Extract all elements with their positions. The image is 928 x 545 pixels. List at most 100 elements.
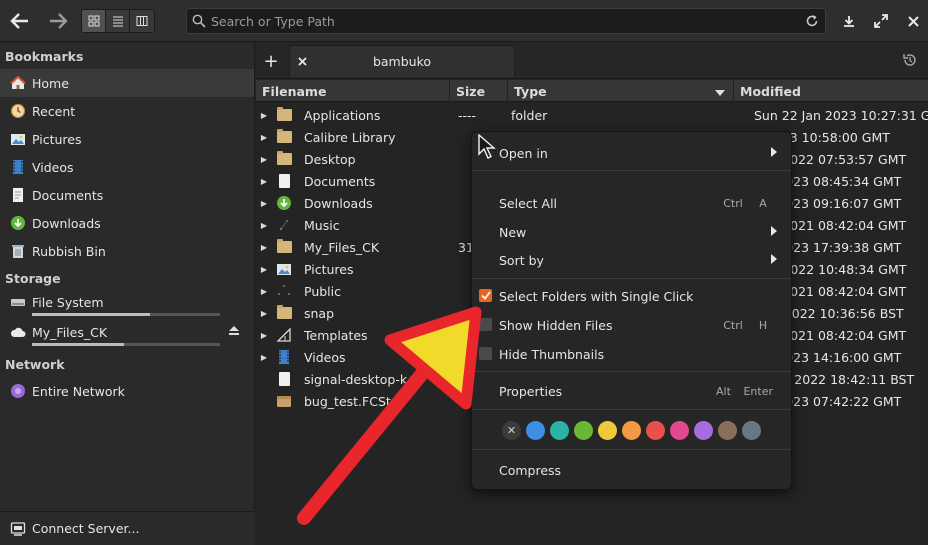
sidebar-item-documents[interactable]: Documents: [0, 181, 254, 209]
menu-item-select-all[interactable]: Select All Ctrl A: [472, 191, 791, 215]
menu-item-show-hidden[interactable]: Show Hidden Files Ctrl H: [472, 313, 791, 337]
folder-icon: [276, 151, 292, 167]
expander-icon[interactable]: ▶: [256, 221, 272, 230]
checkbox-unchecked[interactable]: [479, 347, 492, 360]
menu-item-properties[interactable]: Properties Alt Enter: [472, 379, 791, 403]
file-name: Documents: [304, 173, 376, 189]
sidebar-item-rubbish-bin[interactable]: Rubbish Bin: [0, 237, 254, 265]
back-button[interactable]: [6, 9, 34, 33]
sidebar: Bookmarks Home Recent Pictures Videos Do…: [0, 43, 255, 545]
recent-icon: [10, 103, 26, 119]
menu-item-sort-by[interactable]: Sort by: [472, 248, 791, 272]
history-icon[interactable]: [902, 52, 918, 71]
menu-item-open-in[interactable]: Open in: [472, 141, 791, 165]
color-swatch[interactable]: [694, 421, 713, 440]
usage-bar: [32, 343, 220, 346]
column-view-icon: [136, 16, 148, 26]
connect-server-button[interactable]: Connect Server...: [0, 511, 255, 545]
clear-color-button[interactable]: ✕: [502, 421, 521, 440]
color-swatch[interactable]: [574, 421, 593, 440]
path-bar: [186, 8, 826, 34]
expander-icon[interactable]: ▶: [256, 331, 272, 340]
music-icon: [276, 217, 292, 233]
tab-bambuko[interactable]: bambuko: [289, 45, 515, 77]
expander-icon[interactable]: ▶: [256, 265, 272, 274]
list-view-icon: [112, 16, 123, 27]
reload-button[interactable]: [799, 14, 825, 28]
headerbar: [0, 0, 928, 42]
file-modified: Sun 22 Jan 2023 10:27:31 GMT: [754, 107, 928, 123]
column-type[interactable]: Type: [508, 80, 734, 102]
menu-item-label: Sort by: [499, 252, 544, 268]
expander-icon[interactable]: ▶: [256, 309, 272, 318]
eject-icon[interactable]: [228, 324, 240, 339]
search-input[interactable]: [211, 13, 799, 29]
column-filename[interactable]: Filename: [256, 80, 450, 102]
maximize-button[interactable]: [870, 9, 892, 33]
expander-icon[interactable]: ▶: [256, 155, 272, 164]
menu-item-hide-thumbnails[interactable]: Hide Thumbnails: [472, 342, 791, 366]
expander-icon[interactable]: ▶: [256, 133, 272, 142]
list-view-button[interactable]: [106, 10, 130, 32]
file-name: bug_test.FCStd: [304, 393, 399, 409]
menu-item-single-click[interactable]: Select Folders with Single Click: [472, 284, 791, 308]
expander-icon[interactable]: ▶: [256, 177, 272, 186]
public-icon: [276, 283, 292, 299]
sidebar-item-my-files-ck[interactable]: My_Files_CK: [0, 321, 254, 351]
back-arrow-icon: [10, 13, 28, 29]
forward-button[interactable]: [44, 9, 72, 33]
file-name: snap: [304, 305, 335, 321]
usage-bar-fill: [32, 343, 125, 346]
sidebar-item-home[interactable]: Home: [0, 69, 254, 97]
expander-icon[interactable]: ▶: [256, 111, 272, 120]
doc-icon: [276, 371, 292, 387]
color-swatch[interactable]: [526, 421, 545, 440]
sidebar-item-file-system[interactable]: File System: [0, 291, 254, 321]
color-swatch[interactable]: [622, 421, 641, 440]
drive-icon: [10, 294, 26, 310]
download-button[interactable]: [838, 9, 860, 33]
bookmarks-heading: Bookmarks: [5, 48, 84, 64]
column-view-button[interactable]: [130, 10, 154, 32]
sidebar-item-videos[interactable]: Videos: [0, 153, 254, 181]
usage-bar: [32, 313, 220, 316]
expander-icon[interactable]: ▶: [256, 353, 272, 362]
checkbox-checked[interactable]: [479, 289, 492, 302]
column-size[interactable]: Size: [450, 80, 508, 102]
expander-icon[interactable]: ▶: [256, 287, 272, 296]
close-window-button[interactable]: [902, 9, 924, 33]
column-label: Filename: [262, 83, 327, 99]
sidebar-item-recent[interactable]: Recent: [0, 97, 254, 125]
menu-item-compress[interactable]: Compress: [472, 458, 791, 482]
cloud-icon: [10, 324, 26, 340]
shortcut-key: Enter: [743, 384, 773, 398]
new-tab-button[interactable]: +: [260, 51, 282, 72]
videos-icon: [276, 349, 292, 365]
color-swatch[interactable]: [718, 421, 737, 440]
download-icon: [844, 16, 854, 27]
checkbox-unchecked[interactable]: [479, 318, 492, 331]
file-name: Downloads: [304, 195, 373, 211]
color-swatch[interactable]: [550, 421, 569, 440]
shortcut-key: A: [759, 196, 767, 210]
close-tab-icon[interactable]: [290, 57, 314, 66]
column-modified[interactable]: Modified: [734, 80, 928, 102]
sidebar-item-downloads[interactable]: Downloads: [0, 209, 254, 237]
expander-icon[interactable]: ▶: [256, 243, 272, 252]
menu-separator: [472, 371, 791, 372]
doc-icon: [276, 173, 292, 189]
color-swatch[interactable]: [670, 421, 689, 440]
sidebar-item-pictures[interactable]: Pictures: [0, 125, 254, 153]
sidebar-item-entire-network[interactable]: Entire Network: [0, 377, 254, 405]
menu-item-new[interactable]: New: [472, 220, 791, 244]
color-swatch[interactable]: [598, 421, 617, 440]
color-swatch[interactable]: [646, 421, 665, 440]
color-swatch[interactable]: [742, 421, 761, 440]
file-row[interactable]: ▶ Applications ---- folder Sun 22 Jan 2023 1…: [256, 104, 928, 126]
expander-icon[interactable]: ▶: [256, 199, 272, 208]
shortcut: Ctrl H: [723, 319, 773, 332]
shortcut-key: Alt: [716, 384, 731, 398]
tab-label: bambuko: [372, 54, 432, 69]
file-size: ----: [458, 107, 477, 123]
grid-view-button[interactable]: [82, 10, 106, 32]
